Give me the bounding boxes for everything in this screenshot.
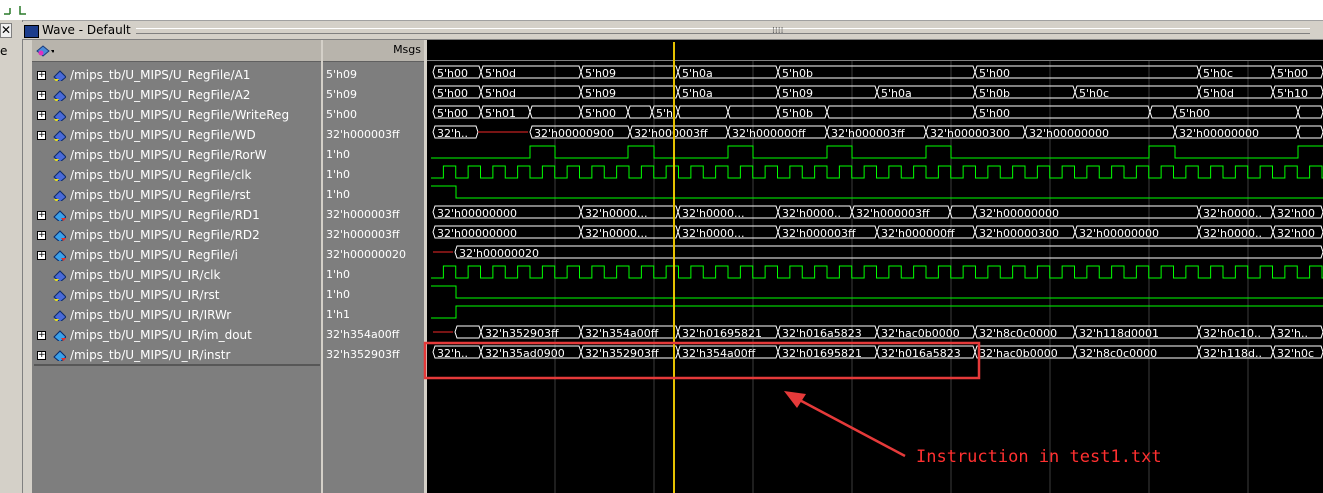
- bus-value-label: 32'h0000..: [1203, 227, 1262, 240]
- bus-value-label: 32'h01695821: [782, 347, 862, 360]
- bus-wave-segment: [454, 325, 482, 339]
- bus-value-label: 32'h352903ff: [485, 327, 559, 340]
- bus-value-label: 32'h35ad0900: [485, 347, 565, 360]
- bus-wave-segment: [627, 105, 653, 119]
- bus-value-label: 32'h016a5823: [782, 327, 862, 340]
- bus-value-label: 32'h..: [1277, 327, 1308, 340]
- bus-value-label: 32'h01695821: [682, 327, 762, 340]
- bus-value-label: 5'h00: [437, 87, 468, 100]
- bus-wave-segment: [1297, 125, 1323, 139]
- bus-value-label: 32'h00000300: [979, 227, 1059, 240]
- bus-value-label: 32'h354a00ff: [682, 347, 756, 360]
- bus-value-label: 5'h09: [585, 67, 616, 80]
- bus-value-label: 32'h00000000: [1079, 227, 1159, 240]
- bus-value-label: 32'h352903ff: [585, 347, 659, 360]
- bus-wave-segment: [949, 205, 976, 219]
- bus-value-label: 5'h0a: [682, 87, 713, 100]
- bus-value-label: 32'h00000000: [1179, 127, 1259, 140]
- bus-value-label: 32'h000000ff: [732, 127, 806, 140]
- bus-value-label: 5'h0b: [782, 107, 813, 120]
- bus-value-label: 32'h0000...: [682, 227, 744, 240]
- bus-value-label: 32'h0c: [1277, 347, 1314, 360]
- bus-wave-segment: [826, 105, 976, 119]
- bus-value-label: 32'h000003ff: [782, 227, 856, 240]
- bus-value-label: 5'h01: [485, 107, 516, 120]
- bus-wave-segment: [1149, 105, 1176, 119]
- bus-value-label: 32'h00: [1277, 227, 1315, 240]
- clock-waveform: [431, 165, 1323, 179]
- bus-value-label: 5'h0c: [1203, 67, 1233, 80]
- bus-value-label: 32'h00000300: [930, 127, 1010, 140]
- bus-value-label: 32'h000000ff: [881, 227, 955, 240]
- annotation-label: Instruction in test1.txt: [916, 447, 1162, 467]
- bus-value-label: 5'h00: [1277, 67, 1308, 80]
- bus-value-label: 32'h..: [437, 127, 468, 140]
- bus-value-label: 32'h8c0c0000: [979, 327, 1057, 340]
- bus-value-label: 32'h016a5823: [881, 347, 961, 360]
- bus-value-label: 5'h0c: [1079, 87, 1109, 100]
- bus-value-label: 32'h0000...: [682, 207, 744, 220]
- bus-value-label: 32'h0000...: [585, 227, 647, 240]
- annotation-arrow-head: [784, 391, 806, 408]
- bus-value-label: 5'h00: [437, 67, 468, 80]
- bus-value-label: 32'h0000...: [585, 207, 647, 220]
- bus-wave-segment: [1297, 105, 1323, 119]
- waveform-canvas[interactable]: 5'h00 5'h0d 5'h09 5'h0a 5'h0b 5'h00 5'h0c 5'h00…: [0, 0, 1323, 493]
- bus-value-label: 5'h00: [979, 107, 1010, 120]
- bus-value-label: 5'h00: [1179, 107, 1210, 120]
- bus-value-label: 32'hac0b0000: [979, 347, 1058, 360]
- bus-value-label: 32'h..: [437, 347, 468, 360]
- logic-waveform: [431, 145, 1323, 159]
- bus-value-label: 5'h0d: [485, 87, 516, 100]
- bus-value-label: 5'h: [656, 107, 673, 120]
- bus-value-label: 5'h00: [585, 107, 616, 120]
- bus-value-label: 5'h10: [1277, 87, 1308, 100]
- bus-value-label: 5'h00: [437, 107, 468, 120]
- bus-value-label: 5'h09: [782, 87, 813, 100]
- bus-value-label: 32'h000003ff: [856, 207, 930, 220]
- bus-value-label: 32'h00000000: [1029, 127, 1109, 140]
- bus-value-label: 5'h0d: [1203, 87, 1234, 100]
- bus-value-label: 32'h00: [1277, 207, 1315, 220]
- bus-value-label: 5'h09: [585, 87, 616, 100]
- logic-waveform: [431, 285, 1323, 299]
- bus-value-label: 32'h8c0c0000: [1079, 347, 1157, 360]
- bus-value-label: 32'h000003ff: [634, 127, 708, 140]
- bus-value-label: 32'h0c10..: [1203, 327, 1261, 340]
- bus-wave-segment: [454, 245, 1323, 259]
- bus-value-label: 32'h00000000: [979, 207, 1059, 220]
- logic-waveform: [431, 185, 1323, 199]
- bus-value-label: 32'h00000000: [437, 207, 517, 220]
- bus-value-label: 32'hac0b0000: [881, 327, 960, 340]
- clock-waveform: [431, 265, 1323, 279]
- bus-value-label: 32'h0000..: [1203, 207, 1262, 220]
- bus-value-label: 5'h0b: [782, 67, 813, 80]
- bus-value-label: 5'h0b: [979, 87, 1010, 100]
- bus-value-label: 32'h00000900: [534, 127, 614, 140]
- bus-value-label: 32'h118d..: [1203, 347, 1262, 360]
- bus-value-label: 5'h0d: [485, 67, 516, 80]
- bus-value-label: 32'h000003ff: [831, 127, 905, 140]
- bus-value-label: 5'h00: [979, 67, 1010, 80]
- bus-value-label: 32'h00000020: [459, 247, 539, 260]
- logic-waveform: [431, 305, 1323, 319]
- bus-value-label: 5'h0a: [682, 67, 713, 80]
- bus-value-label: 5'h0a: [881, 87, 912, 100]
- bus-value-label: 32'h118d0001: [1079, 327, 1159, 340]
- bus-value-label: 32'h00000000: [437, 227, 517, 240]
- bus-wave-segment: [677, 105, 729, 119]
- annotation-arrow-shaft: [791, 394, 906, 458]
- bus-value-label: 32'h0000..: [782, 207, 841, 220]
- bus-value-label: 32'h354a00ff: [585, 327, 659, 340]
